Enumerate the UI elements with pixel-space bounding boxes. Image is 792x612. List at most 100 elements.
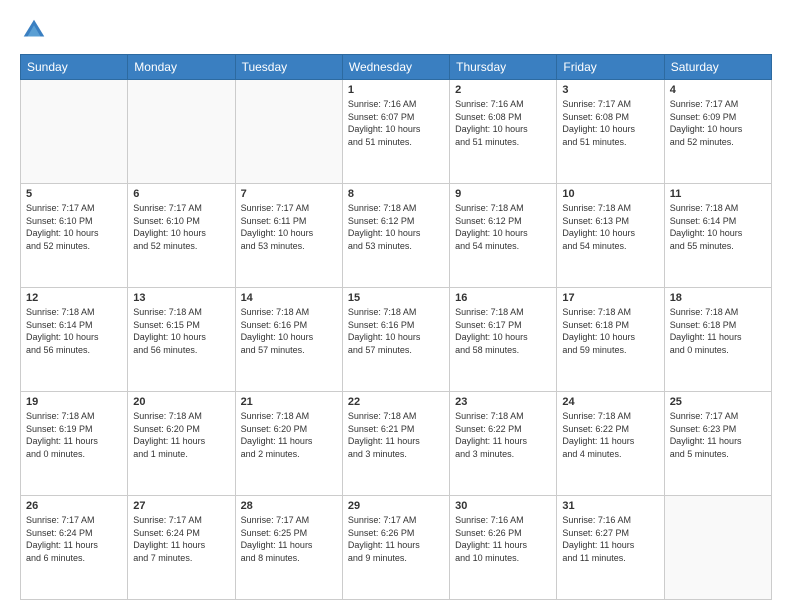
day-number: 15: [348, 292, 444, 304]
day-number: 17: [562, 292, 658, 304]
weekday-header-saturday: Saturday: [664, 55, 771, 80]
day-info: Sunrise: 7:17 AM Sunset: 6:26 PM Dayligh…: [348, 514, 444, 564]
day-number: 25: [670, 396, 766, 408]
day-info: Sunrise: 7:18 AM Sunset: 6:16 PM Dayligh…: [348, 306, 444, 356]
calendar-cell: [235, 80, 342, 184]
day-info: Sunrise: 7:18 AM Sunset: 6:22 PM Dayligh…: [455, 410, 551, 460]
calendar-cell: 10 Sunrise: 7:18 AM Sunset: 6:13 PM Dayli…: [557, 184, 664, 288]
calendar-cell: 24 Sunrise: 7:18 AM Sunset: 6:22 PM Dayli…: [557, 392, 664, 496]
day-info: Sunrise: 7:17 AM Sunset: 6:09 PM Dayligh…: [670, 98, 766, 148]
day-number: 11: [670, 188, 766, 200]
weekday-header-monday: Monday: [128, 55, 235, 80]
day-info: Sunrise: 7:17 AM Sunset: 6:08 PM Dayligh…: [562, 98, 658, 148]
calendar-cell: 5 Sunrise: 7:17 AM Sunset: 6:10 PM Daylig…: [21, 184, 128, 288]
day-number: 8: [348, 188, 444, 200]
day-number: 22: [348, 396, 444, 408]
day-info: Sunrise: 7:18 AM Sunset: 6:20 PM Dayligh…: [241, 410, 337, 460]
calendar-cell: 22 Sunrise: 7:18 AM Sunset: 6:21 PM Dayli…: [342, 392, 449, 496]
calendar-cell: 3 Sunrise: 7:17 AM Sunset: 6:08 PM Daylig…: [557, 80, 664, 184]
calendar-cell: [664, 496, 771, 600]
calendar-cell: 28 Sunrise: 7:17 AM Sunset: 6:25 PM Dayli…: [235, 496, 342, 600]
day-number: 12: [26, 292, 122, 304]
day-info: Sunrise: 7:16 AM Sunset: 6:07 PM Dayligh…: [348, 98, 444, 148]
calendar-cell: 23 Sunrise: 7:18 AM Sunset: 6:22 PM Dayli…: [450, 392, 557, 496]
weekday-header-sunday: Sunday: [21, 55, 128, 80]
day-number: 14: [241, 292, 337, 304]
header: [20, 16, 772, 44]
day-number: 16: [455, 292, 551, 304]
calendar-cell: 25 Sunrise: 7:17 AM Sunset: 6:23 PM Dayli…: [664, 392, 771, 496]
calendar-cell: 13 Sunrise: 7:18 AM Sunset: 6:15 PM Dayli…: [128, 288, 235, 392]
week-row-0: 1Sunrise: 7:16 AM Sunset: 6:07 PM Daylig…: [21, 80, 772, 184]
calendar-cell: 6Sunrise: 7:17 AM Sunset: 6:10 PM Daylig…: [128, 184, 235, 288]
calendar-cell: 29 Sunrise: 7:17 AM Sunset: 6:26 PM Dayli…: [342, 496, 449, 600]
day-info: Sunrise: 7:18 AM Sunset: 6:14 PM Dayligh…: [26, 306, 122, 356]
week-row-1: 5 Sunrise: 7:17 AM Sunset: 6:10 PM Daylig…: [21, 184, 772, 288]
calendar-cell: 30 Sunrise: 7:16 AM Sunset: 6:26 PM Dayli…: [450, 496, 557, 600]
day-info: Sunrise: 7:18 AM Sunset: 6:18 PM Dayligh…: [670, 306, 766, 356]
day-info: Sunrise: 7:18 AM Sunset: 6:12 PM Dayligh…: [455, 202, 551, 252]
week-row-3: 19Sunrise: 7:18 AM Sunset: 6:19 PM Dayli…: [21, 392, 772, 496]
day-info: Sunrise: 7:17 AM Sunset: 6:24 PM Dayligh…: [133, 514, 229, 564]
day-info: Sunrise: 7:18 AM Sunset: 6:14 PM Dayligh…: [670, 202, 766, 252]
day-info: Sunrise: 7:18 AM Sunset: 6:16 PM Dayligh…: [241, 306, 337, 356]
logo: [20, 16, 52, 44]
weekday-header-thursday: Thursday: [450, 55, 557, 80]
calendar-cell: 11 Sunrise: 7:18 AM Sunset: 6:14 PM Dayli…: [664, 184, 771, 288]
day-number: 30: [455, 500, 551, 512]
page: SundayMondayTuesdayWednesdayThursdayFrid…: [0, 0, 792, 612]
day-info: Sunrise: 7:17 AM Sunset: 6:25 PM Dayligh…: [241, 514, 337, 564]
day-info: Sunrise: 7:16 AM Sunset: 6:26 PM Dayligh…: [455, 514, 551, 564]
day-number: 23: [455, 396, 551, 408]
calendar-cell: 9 Sunrise: 7:18 AM Sunset: 6:12 PM Daylig…: [450, 184, 557, 288]
calendar-cell: 18 Sunrise: 7:18 AM Sunset: 6:18 PM Dayli…: [664, 288, 771, 392]
day-number: 27: [133, 500, 229, 512]
day-number: 4: [670, 84, 766, 96]
day-info: Sunrise: 7:17 AM Sunset: 6:11 PM Dayligh…: [241, 202, 337, 252]
calendar-cell: 20Sunrise: 7:18 AM Sunset: 6:20 PM Dayli…: [128, 392, 235, 496]
calendar-cell: 31Sunrise: 7:16 AM Sunset: 6:27 PM Dayli…: [557, 496, 664, 600]
day-info: Sunrise: 7:17 AM Sunset: 6:23 PM Dayligh…: [670, 410, 766, 460]
day-info: Sunrise: 7:18 AM Sunset: 6:22 PM Dayligh…: [562, 410, 658, 460]
day-number: 19: [26, 396, 122, 408]
day-info: Sunrise: 7:17 AM Sunset: 6:10 PM Dayligh…: [133, 202, 229, 252]
day-info: Sunrise: 7:18 AM Sunset: 6:17 PM Dayligh…: [455, 306, 551, 356]
logo-icon: [20, 16, 48, 44]
day-number: 18: [670, 292, 766, 304]
week-row-2: 12 Sunrise: 7:18 AM Sunset: 6:14 PM Dayli…: [21, 288, 772, 392]
day-number: 28: [241, 500, 337, 512]
calendar-cell: 1Sunrise: 7:16 AM Sunset: 6:07 PM Daylig…: [342, 80, 449, 184]
day-info: Sunrise: 7:18 AM Sunset: 6:21 PM Dayligh…: [348, 410, 444, 460]
weekday-header-tuesday: Tuesday: [235, 55, 342, 80]
day-number: 9: [455, 188, 551, 200]
day-info: Sunrise: 7:17 AM Sunset: 6:24 PM Dayligh…: [26, 514, 122, 564]
day-number: 2: [455, 84, 551, 96]
calendar-cell: 2 Sunrise: 7:16 AM Sunset: 6:08 PM Daylig…: [450, 80, 557, 184]
calendar-cell: 17 Sunrise: 7:18 AM Sunset: 6:18 PM Dayli…: [557, 288, 664, 392]
day-number: 3: [562, 84, 658, 96]
day-number: 24: [562, 396, 658, 408]
day-number: 21: [241, 396, 337, 408]
calendar-cell: 7 Sunrise: 7:17 AM Sunset: 6:11 PM Daylig…: [235, 184, 342, 288]
day-number: 10: [562, 188, 658, 200]
calendar-table: SundayMondayTuesdayWednesdayThursdayFrid…: [20, 54, 772, 600]
calendar-cell: 21 Sunrise: 7:18 AM Sunset: 6:20 PM Dayli…: [235, 392, 342, 496]
calendar-cell: 4 Sunrise: 7:17 AM Sunset: 6:09 PM Daylig…: [664, 80, 771, 184]
day-number: 5: [26, 188, 122, 200]
day-info: Sunrise: 7:16 AM Sunset: 6:08 PM Dayligh…: [455, 98, 551, 148]
calendar-cell: [128, 80, 235, 184]
calendar-cell: 16 Sunrise: 7:18 AM Sunset: 6:17 PM Dayli…: [450, 288, 557, 392]
day-number: 20: [133, 396, 229, 408]
calendar-cell: 15 Sunrise: 7:18 AM Sunset: 6:16 PM Dayli…: [342, 288, 449, 392]
day-info: Sunrise: 7:18 AM Sunset: 6:13 PM Dayligh…: [562, 202, 658, 252]
day-info: Sunrise: 7:17 AM Sunset: 6:10 PM Dayligh…: [26, 202, 122, 252]
weekday-header-row: SundayMondayTuesdayWednesdayThursdayFrid…: [21, 55, 772, 80]
day-info: Sunrise: 7:18 AM Sunset: 6:18 PM Dayligh…: [562, 306, 658, 356]
day-info: Sunrise: 7:18 AM Sunset: 6:15 PM Dayligh…: [133, 306, 229, 356]
day-number: 13: [133, 292, 229, 304]
day-number: 29: [348, 500, 444, 512]
calendar-cell: 27 Sunrise: 7:17 AM Sunset: 6:24 PM Dayli…: [128, 496, 235, 600]
calendar-cell: 26Sunrise: 7:17 AM Sunset: 6:24 PM Dayli…: [21, 496, 128, 600]
calendar-cell: 8Sunrise: 7:18 AM Sunset: 6:12 PM Daylig…: [342, 184, 449, 288]
day-number: 7: [241, 188, 337, 200]
